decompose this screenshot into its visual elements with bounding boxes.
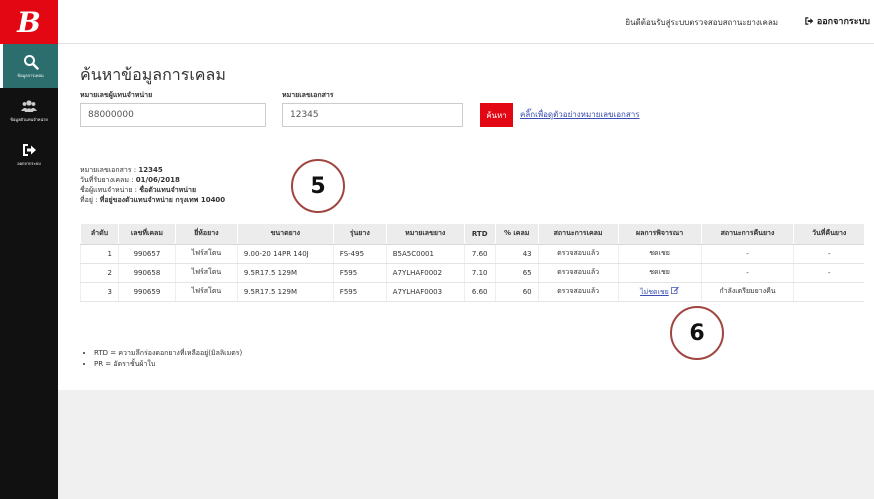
cell-no: 2 <box>80 263 119 283</box>
top-bar: ยินดีต้อนรับสู่ระบบตรวจสอบสถานะยางเคลม อ… <box>58 0 874 44</box>
cell-result-link[interactable]: ไม่ชดเชย <box>617 282 702 302</box>
users-icon <box>21 99 37 112</box>
cell-serial: B5A5C0001 <box>385 244 465 264</box>
table-row: 2 990658 ไฟร์สโตน 9.5R17.5 129M F595 A7Y… <box>80 263 864 283</box>
note-item: RTD = ความลึกร่องดอกยางที่เหลืออยู่(มิลล… <box>94 348 242 359</box>
cell-return-date: - <box>793 244 864 264</box>
edit-icon[interactable] <box>671 286 679 294</box>
info-date-value: 01/06/2018 <box>135 176 180 184</box>
document-number-input[interactable] <box>282 103 463 127</box>
sidebar-item-logout[interactable]: ออกจากระบบ <box>0 132 58 176</box>
cell-model: F595 <box>332 263 387 283</box>
sidebar-item-label: ข้อมูลการเคลม <box>17 72 44 78</box>
info-dealer-value: ชื่อตัวแทนจำหน่าย <box>139 186 197 194</box>
info-document-row: หมายเลขเอกสาร : 12345 <box>80 165 225 175</box>
logout-icon <box>805 17 814 25</box>
cell-status: ตรวจสอบแล้ว <box>537 282 619 302</box>
sidebar-item-dealers[interactable]: ข้อมูลตัวแทนจำหน่าย <box>0 88 58 132</box>
cell-return-status: กำลังเตรียมยางคืน <box>700 282 794 302</box>
cell-brand: ไฟร์สโตน <box>174 263 238 283</box>
cell-return-status: - <box>700 263 794 283</box>
cell-brand: ไฟร์สโตน <box>174 244 238 264</box>
cell-no: 3 <box>80 282 119 302</box>
legend-notes: RTD = ความลึกร่องดอกยางที่เหลืออยู่(มิลล… <box>94 348 242 370</box>
info-date-label: วันที่รับยางเคลม : <box>80 176 136 184</box>
col-header: ผลการพิจารณา <box>617 224 702 245</box>
info-document-value: 12345 <box>138 166 163 174</box>
claim-info: หมายเลขเอกสาร : 12345 วันที่รับยางเคลม :… <box>80 165 225 205</box>
info-address-label: ที่อยู่ : <box>80 196 100 204</box>
sidebar: B ข้อมูลการเคลม ข้อมูลตัวแทนจำหน่าย ออกจ… <box>0 0 58 499</box>
col-header: วันที่คืนยาง <box>793 224 864 245</box>
search-button[interactable]: ค้นหา <box>480 103 513 127</box>
callout-marker-5: 5 <box>291 159 345 213</box>
main-content: ค้นหาข้อมูลการเคลม หมายเลขผู้แทนจำหน่าย … <box>58 44 874 390</box>
col-header: ลำดับ <box>80 224 119 245</box>
brand-logo[interactable]: B <box>0 0 58 44</box>
note-item: PR = อัตราชั้นผ้าใบ <box>94 359 242 370</box>
info-dealer-label: ชื่อผู้แทนจำหน่าย : <box>80 186 140 194</box>
cell-result: ชดเชย <box>617 244 702 264</box>
logout-link[interactable]: ออกจากระบบ <box>804 14 870 28</box>
cell-claim-no: 990658 <box>117 263 176 283</box>
info-address-row: ที่อยู่ : ที่อยู่ของตัวแทนจำหน่าย กรุงเท… <box>80 195 225 205</box>
cell-status: ตรวจสอบแล้ว <box>537 244 619 264</box>
logo-letter: B <box>17 5 41 39</box>
col-header: หมายเลขยาง <box>385 224 465 245</box>
cell-brand: ไฟร์สโตน <box>174 282 238 302</box>
cell-return-date: - <box>793 263 864 283</box>
table-header-row: ลำดับ เลขที่เคลม ยี่ห้อยาง ขนาดยาง รุ่นย… <box>80 224 864 245</box>
cell-size: 9.5R17.5 129M <box>236 282 334 302</box>
col-header: % เคลม <box>494 224 539 245</box>
cell-percent: 60 <box>494 282 539 302</box>
col-header: สถานะการคืนยาง <box>700 224 794 245</box>
callout-marker-6: 6 <box>670 306 724 360</box>
col-header: เลขที่เคลม <box>117 224 176 245</box>
info-date-row: วันที่รับยางเคลม : 01/06/2018 <box>80 175 225 185</box>
info-document-label: หมายเลขเอกสาร : <box>80 166 139 174</box>
welcome-text: ยินดีต้อนรับสู่ระบบตรวจสอบสถานะยางเคลม <box>625 18 778 27</box>
sidebar-item-label: ออกจากระบบ <box>17 160 41 166</box>
cell-serial: A7YLHAF0003 <box>385 282 465 302</box>
search-icon <box>23 54 39 70</box>
logout-label: ออกจากระบบ <box>816 17 870 27</box>
document-example-link[interactable]: คลิ๊กเพื่อดูตัวอย่างหมายเลขเอกสาร <box>520 108 640 121</box>
cell-size: 9.00-20 14PR 140J <box>236 244 334 264</box>
info-address-value: ที่อยู่ของตัวแทนจำหน่าย กรุงเทพ 10400 <box>99 196 226 204</box>
sidebar-item-claims[interactable]: ข้อมูลการเคลม <box>0 44 58 88</box>
not-compensated-link[interactable]: ไม่ชดเชย <box>640 288 669 296</box>
table-row: 1 990657 ไฟร์สโตน 9.00-20 14PR 140J FS-4… <box>80 244 864 264</box>
cell-percent: 65 <box>494 263 539 283</box>
cell-serial: A7YLHAF0002 <box>385 263 465 283</box>
col-header: ขนาดยาง <box>236 224 334 245</box>
cell-result: ชดเชย <box>617 263 702 283</box>
col-header: ยี่ห้อยาง <box>174 224 238 245</box>
logout-icon <box>23 143 36 156</box>
cell-rtd: 7.60 <box>463 244 496 264</box>
cell-claim-no: 990659 <box>117 282 176 302</box>
claims-table: ลำดับ เลขที่เคลม ยี่ห้อยาง ขนาดยาง รุ่นย… <box>80 224 864 302</box>
cell-return-status: - <box>700 244 794 264</box>
table-row: 3 990659 ไฟร์สโตน 9.5R17.5 129M F595 A7Y… <box>80 282 864 302</box>
page-title: ค้นหาข้อมูลการเคลม <box>80 65 226 84</box>
document-number-label: หมายเลขเอกสาร <box>282 91 334 99</box>
cell-model: F595 <box>332 282 387 302</box>
cell-rtd: 6.60 <box>463 282 496 302</box>
cell-rtd: 7.10 <box>463 263 496 283</box>
col-header: RTD <box>463 224 496 245</box>
cell-size: 9.5R17.5 129M <box>236 263 334 283</box>
cell-model: FS-495 <box>332 244 387 264</box>
cell-percent: 43 <box>494 244 539 264</box>
dealer-number-label: หมายเลขผู้แทนจำหน่าย <box>80 91 153 99</box>
dealer-number-input[interactable] <box>80 103 266 127</box>
col-header: สถานะการเคลม <box>537 224 619 245</box>
info-dealer-row: ชื่อผู้แทนจำหน่าย : ชื่อตัวแทนจำหน่าย <box>80 185 225 195</box>
cell-no: 1 <box>80 244 119 264</box>
cell-return-date <box>793 282 864 302</box>
cell-status: ตรวจสอบแล้ว <box>537 263 619 283</box>
col-header: รุ่นยาง <box>332 224 387 245</box>
sidebar-item-label: ข้อมูลตัวแทนจำหน่าย <box>10 116 48 122</box>
cell-claim-no: 990657 <box>117 244 176 264</box>
